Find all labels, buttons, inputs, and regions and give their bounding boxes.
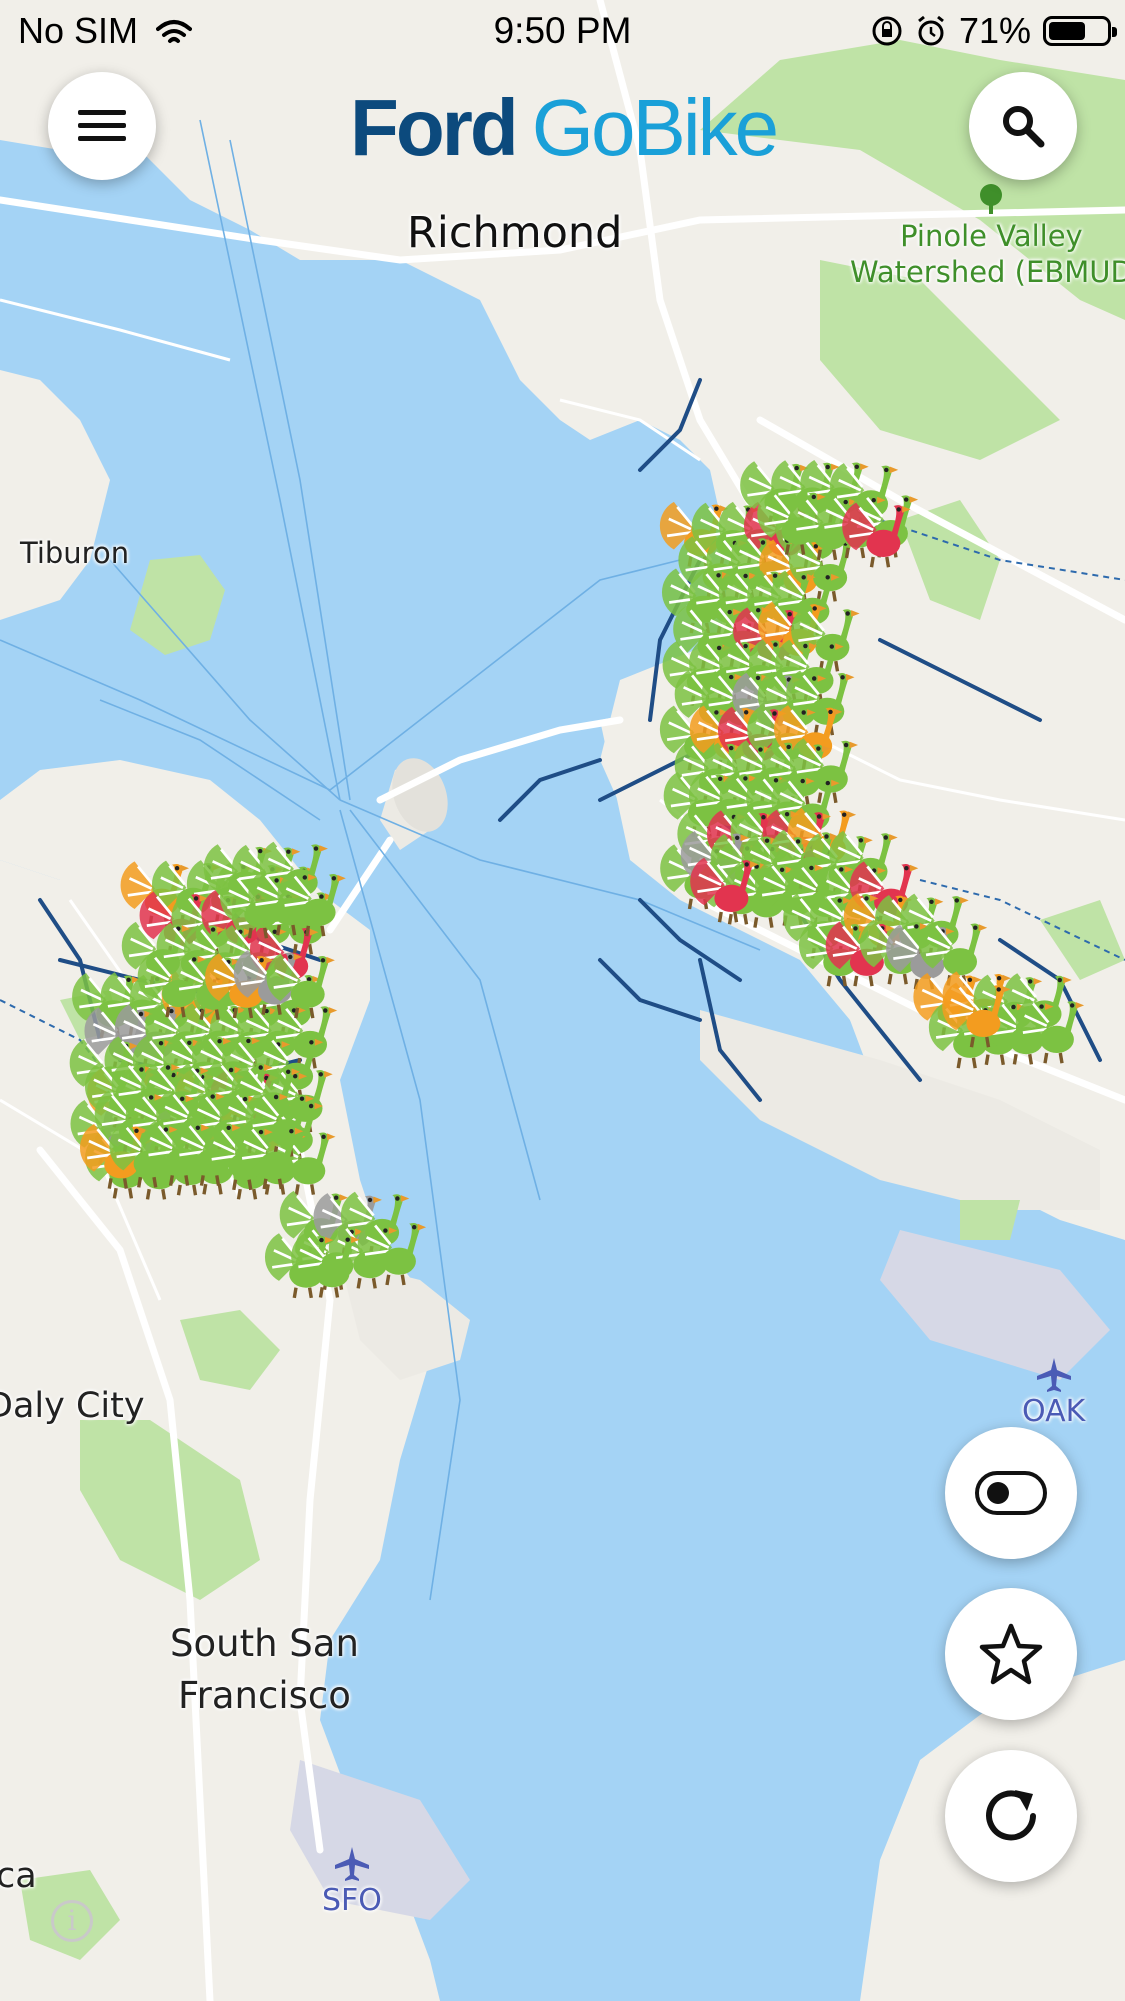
status-right: 71%	[871, 10, 1117, 52]
label-sfo: SFO	[322, 1845, 382, 1918]
toggle-switch-icon	[975, 1471, 1047, 1515]
label-pinole-line1: Pinole Valley	[900, 219, 1083, 253]
label-oak-text: OAK	[1022, 1394, 1086, 1429]
search-icon	[1003, 106, 1045, 148]
refresh-button[interactable]	[945, 1750, 1077, 1882]
toggle-view-button[interactable]	[945, 1427, 1077, 1559]
rotation-lock-icon	[872, 16, 902, 46]
park-tree-icon	[980, 184, 1003, 214]
label-oak: OAK	[1022, 1356, 1085, 1429]
airplane-icon	[1036, 1358, 1071, 1392]
label-pinole-line2: Watershed (EBMUD	[850, 255, 1125, 289]
logo-gobike: GoBike	[531, 83, 779, 172]
status-bar: No SIM 9:50 PM 71%	[0, 0, 1125, 62]
label-daly-city: Daly City	[0, 1386, 145, 1426]
battery-icon	[1043, 16, 1117, 46]
label-richmond: Richmond	[407, 208, 623, 258]
battery-level	[1049, 22, 1085, 40]
favorites-button[interactable]	[945, 1588, 1077, 1720]
star-outline-icon	[979, 1623, 1043, 1685]
label-pinole-park: Pinole Valley Watershed (EBMUD	[850, 184, 1125, 290]
app-logo: Ford GoBike	[350, 82, 779, 174]
label-sfo-text: SFO	[322, 1883, 382, 1918]
hamburger-menu-icon	[78, 110, 126, 141]
alarm-icon	[918, 15, 944, 46]
menu-button[interactable]	[48, 72, 156, 180]
label-south-san-francisco: South San Francisco	[170, 1618, 359, 1722]
label-tiburon: Tiburon	[20, 536, 130, 570]
label-ca-partial: ca	[0, 1856, 37, 1896]
label-ssf-line2: Francisco	[178, 1674, 351, 1717]
airplane-icon	[334, 1847, 369, 1881]
logo-ford: Ford	[350, 83, 519, 172]
refresh-icon	[986, 1790, 1036, 1841]
map-view[interactable]	[0, 0, 1125, 2001]
info-icon[interactable]: i	[51, 1900, 93, 1942]
battery-percent: 71%	[958, 10, 1031, 51]
search-button[interactable]	[969, 72, 1077, 180]
label-ssf-line1: South San	[170, 1622, 359, 1665]
